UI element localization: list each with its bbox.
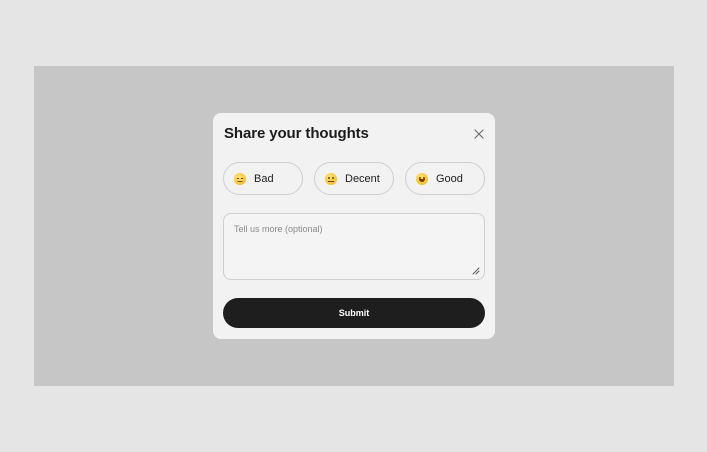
- comment-textarea[interactable]: [234, 224, 474, 269]
- rating-label: Bad: [254, 172, 274, 185]
- resize-handle-icon[interactable]: [472, 267, 480, 275]
- rating-label: Decent: [345, 172, 380, 185]
- rating-options: Bad Decent Good: [223, 162, 485, 196]
- neutral-face-icon: [325, 172, 337, 185]
- rating-bad-button[interactable]: Bad: [223, 162, 303, 195]
- close-button[interactable]: [473, 128, 485, 140]
- unamused-face-icon: [234, 172, 246, 185]
- grinning-face-icon: [416, 172, 428, 185]
- submit-button[interactable]: Submit: [223, 298, 485, 328]
- feedback-modal: Share your thoughts Bad Decent Good Tell…: [213, 113, 495, 339]
- rating-good-button[interactable]: Good: [405, 162, 485, 195]
- rating-label: Good: [436, 172, 463, 185]
- modal-title: Share your thoughts: [224, 125, 369, 142]
- close-icon: [474, 129, 484, 139]
- comment-field-container: [223, 213, 485, 280]
- rating-decent-button[interactable]: Decent: [314, 162, 394, 195]
